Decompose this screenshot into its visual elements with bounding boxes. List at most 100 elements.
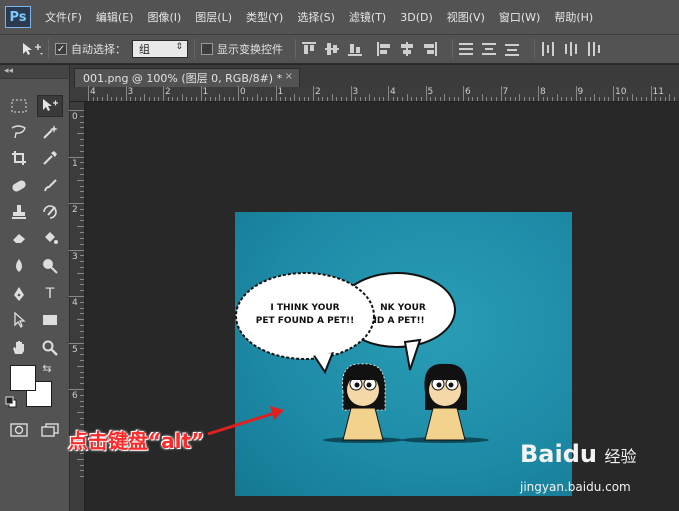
swap-colors-icon[interactable]: ⇆: [40, 361, 54, 375]
ruler-tick: [359, 97, 361, 101]
ruler-tick: [80, 418, 84, 420]
distribute-hcenter-icon[interactable]: [564, 42, 578, 56]
ruler-tick: [664, 97, 666, 101]
menu-select[interactable]: 选择(S): [297, 9, 335, 25]
align-top-icon[interactable]: [302, 42, 316, 56]
close-tab-icon[interactable]: ×: [285, 71, 293, 82]
separator: [534, 39, 535, 59]
ruler-tick: [80, 191, 84, 193]
ruler-tick: [69, 203, 84, 204]
ruler-tick: [158, 97, 160, 101]
eyedropper-icon[interactable]: [37, 147, 63, 169]
align-right-icon[interactable]: [423, 42, 437, 56]
menu-window[interactable]: 窗口(W): [499, 9, 540, 25]
hand-tool-icon[interactable]: [6, 337, 32, 359]
ruler-tick: [392, 97, 394, 101]
dodge-tool-icon[interactable]: [37, 255, 63, 277]
blur-tool-icon[interactable]: [6, 255, 32, 277]
healing-brush-icon[interactable]: [6, 175, 32, 197]
ruler-tick: [134, 97, 136, 101]
zoom-tool-icon[interactable]: [37, 337, 63, 359]
menu-help[interactable]: 帮助(H): [554, 9, 593, 25]
show-transform-checkbox[interactable]: [201, 43, 213, 55]
distribute-vcenter-icon[interactable]: [482, 42, 496, 56]
ruler-tick: [570, 97, 572, 101]
ruler-tick: [80, 354, 84, 356]
ruler-tick: [88, 86, 89, 101]
history-brush-icon[interactable]: [37, 201, 63, 223]
align-left-icon[interactable]: [377, 42, 391, 56]
align-bottom-icon[interactable]: [348, 42, 362, 56]
screen-mode-icon[interactable]: [37, 419, 63, 441]
baidu-url: jingyan.baidu.com: [520, 480, 631, 494]
foreground-color-swatch[interactable]: [10, 365, 36, 391]
ruler-tick: [139, 97, 141, 101]
type-tool-icon[interactable]: T: [37, 283, 63, 305]
auto-select-dropdown[interactable]: 组 ⇕: [132, 40, 188, 58]
ruler-tick: [80, 237, 84, 239]
ruler-tick: [547, 97, 549, 101]
ruler-tick: [80, 290, 84, 292]
align-hcenter-icon[interactable]: [400, 42, 414, 56]
move-tool-icon[interactable]: [20, 41, 43, 57]
ruler-h-label: 3: [352, 87, 359, 97]
panel-collapse-icon[interactable]: ◂◂: [0, 65, 69, 79]
ruler-tick: [298, 97, 300, 101]
speech-bubble-front: I THINK YOUR PET FOUND A PET!!: [235, 272, 375, 375]
auto-select-checkbox[interactable]: ✓: [55, 43, 67, 55]
brush-tool-icon[interactable]: [37, 175, 63, 197]
align-vcenter-icon[interactable]: [325, 42, 339, 56]
menu-type[interactable]: 类型(Y): [246, 9, 283, 25]
ruler-tick: [308, 97, 310, 101]
document-tab[interactable]: 001.png @ 100% (图层 0, RGB/8#) * ×: [74, 68, 300, 87]
menu-filter[interactable]: 滤镜(T): [349, 9, 386, 25]
ruler-v-label: 4: [72, 298, 78, 308]
baidu-watermark: Baidu 经验 jingyan.baidu.com: [520, 440, 637, 494]
ruler-v-label: 1: [72, 158, 78, 169]
distribute-right-icon[interactable]: [587, 42, 601, 56]
ruler-h-label: 6: [465, 87, 471, 97]
path-selection-icon[interactable]: [6, 309, 32, 331]
pen-tool-icon[interactable]: [6, 283, 32, 305]
baidu-logo: Bai: [520, 440, 563, 468]
ruler-tick: [495, 97, 497, 101]
eraser-tool-icon[interactable]: [6, 227, 32, 249]
ruler-tick: [266, 97, 268, 101]
rectangle-tool-icon[interactable]: [37, 309, 63, 331]
ruler-tick: [125, 86, 127, 101]
ruler-tick: [116, 97, 118, 101]
marquee-tool-icon[interactable]: [6, 95, 32, 117]
ruler-tick: [177, 97, 179, 101]
ruler-tick: [80, 278, 84, 280]
ruler-tick: [580, 97, 582, 101]
menu-layer[interactable]: 图层(L): [195, 9, 232, 25]
ruler-h-label: 7: [502, 87, 509, 97]
ruler-tick: [378, 97, 380, 101]
menu-3d[interactable]: 3D(D): [400, 11, 433, 24]
default-colors-icon[interactable]: [4, 395, 18, 409]
clone-stamp-icon[interactable]: [6, 201, 32, 223]
move-tool-icon[interactable]: [37, 95, 63, 117]
distribute-left-icon[interactable]: [541, 42, 555, 56]
ruler-tick: [519, 94, 521, 101]
menu-file[interactable]: 文件(F): [45, 9, 82, 25]
quick-mask-icon[interactable]: [6, 419, 32, 441]
ruler-tick: [80, 336, 84, 338]
ruler-tick: [69, 389, 84, 390]
ruler-tick: [77, 133, 84, 135]
front-bubble-line1: I THINK YOUR: [270, 303, 339, 313]
distribute-top-icon[interactable]: [459, 42, 473, 56]
lasso-tool-icon[interactable]: [6, 121, 32, 143]
ruler-tick: [102, 97, 104, 101]
ruler-tick: [80, 348, 84, 350]
menu-view[interactable]: 视图(V): [447, 9, 485, 25]
ruler-tick: [420, 97, 422, 101]
menu-edit[interactable]: 编辑(E): [96, 9, 134, 25]
magic-wand-icon[interactable]: [37, 121, 63, 143]
crop-tool-icon[interactable]: [6, 147, 32, 169]
ruler-tick: [80, 150, 84, 152]
menu-image[interactable]: 图像(I): [147, 9, 181, 25]
distribute-bottom-icon[interactable]: [505, 42, 519, 56]
ruler-tick: [77, 179, 84, 181]
paint-bucket-icon[interactable]: [37, 227, 63, 249]
